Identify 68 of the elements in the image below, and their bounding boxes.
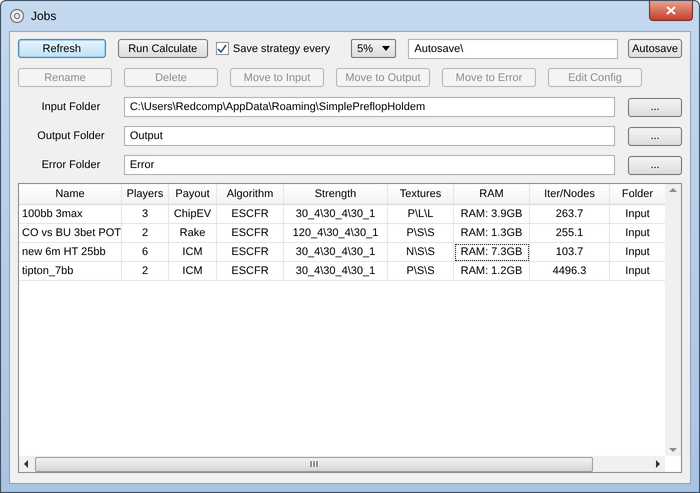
table-cell: 2 (122, 262, 169, 281)
browse-button[interactable]: ... (628, 126, 682, 146)
table-cell: 30_4\30_4\30_1 (284, 262, 388, 281)
vertical-scrollbar[interactable] (665, 184, 681, 456)
table-cell: tipton_7bb (19, 262, 122, 281)
browse-button[interactable]: ... (628, 156, 682, 174)
autosave-field[interactable]: Autosave\ (408, 38, 618, 58)
table-cell: ICM (169, 262, 217, 281)
scroll-left-icon[interactable] (24, 460, 28, 468)
refresh-button[interactable]: Refresh (18, 39, 106, 58)
table-cell: RAM: 1.2GB (454, 262, 530, 281)
table-cell: ESCFR (217, 243, 284, 262)
table-cell: CO vs BU 3bet POT (19, 224, 122, 243)
table-cell: 30_4\30_4\30_1 (284, 205, 388, 224)
table-cell: RAM: 1.3GB (454, 224, 530, 243)
table-cell: 4496.3 (530, 262, 610, 281)
table-cell: ICM (169, 243, 217, 262)
close-icon (666, 6, 676, 15)
close-button[interactable] (649, 1, 693, 21)
folder-label: Input Folder (40, 101, 102, 113)
column-header[interactable]: Algorithm (217, 184, 284, 205)
dropdown-arrow-icon (382, 46, 390, 51)
folder-field[interactable]: Error (124, 155, 616, 175)
column-header[interactable]: Textures (388, 184, 454, 205)
checkbox[interactable] (216, 42, 229, 55)
app-icon (9, 8, 25, 24)
column-header[interactable]: Payout (169, 184, 217, 205)
table-cell: P\S\S (388, 262, 454, 281)
run-button[interactable]: Run Calculate (118, 39, 208, 58)
folder-label: Output Folder (36, 130, 106, 142)
table-cell: 30_4\30_4\30_1 (284, 243, 388, 262)
folder-label: Error Folder (40, 159, 102, 171)
table-cell: new 6m HT 25bb (19, 243, 122, 262)
table-cell: ESCFR (217, 262, 284, 281)
browse-button[interactable]: ... (628, 98, 682, 116)
table-cell: 3 (122, 205, 169, 224)
horizontal-scrollbar[interactable] (19, 456, 665, 472)
scroll-right-icon[interactable] (656, 460, 660, 468)
table-cell: 263.7 (530, 205, 610, 224)
column-header[interactable]: Players (122, 184, 169, 205)
interval-dropdown[interactable]: 5% (351, 39, 396, 58)
checkbox-label: Save strategy every (232, 42, 330, 54)
table-cell: P\L\L (388, 205, 454, 224)
table-cell: Rake (169, 224, 217, 243)
column-header[interactable]: Strength (284, 184, 388, 205)
folder-field[interactable]: C:\Users\Redcomp\AppData\Roaming\SimplePreflopHoldem (124, 97, 616, 117)
table-cell: 120_4\30_4\30_1 (284, 224, 388, 243)
column-header[interactable]: Iter/Nodes (530, 184, 610, 205)
table-cell: 255.1 (530, 224, 610, 243)
grip-icon (310, 461, 318, 467)
table-cell: ESCFR (217, 205, 284, 224)
scroll-down-icon[interactable] (669, 448, 677, 452)
window-title: Jobs (31, 9, 56, 23)
table-cell: ESCFR (217, 224, 284, 243)
table-cell: 6 (122, 243, 169, 262)
scroll-up-icon[interactable] (669, 188, 677, 192)
table-cell: 103.7 (530, 243, 610, 262)
folder-field[interactable]: Output (124, 126, 616, 146)
autosave-button[interactable]: Autosave (628, 39, 682, 58)
table-cell: 2 (122, 224, 169, 243)
table-cell: 100bb 3max (19, 205, 122, 224)
table-cell: ChipEV (169, 205, 217, 224)
column-header[interactable]: RAM (454, 184, 530, 205)
table-cell: P\S\S (388, 224, 454, 243)
column-header[interactable]: Name (19, 184, 122, 205)
table-cell: RAM: 7.3GB (454, 243, 530, 262)
table-cell: N\S\S (388, 243, 454, 262)
table-cell: RAM: 3.9GB (454, 205, 530, 224)
